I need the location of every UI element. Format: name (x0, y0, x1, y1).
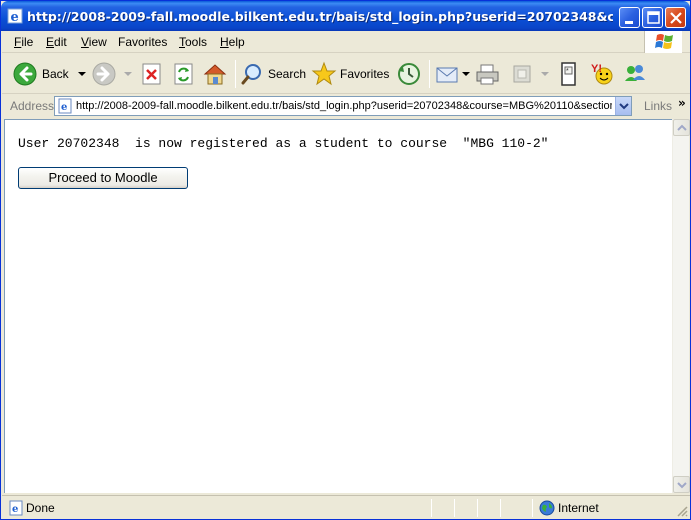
status-text: Done (26, 501, 55, 515)
menu-file[interactable]: File (14, 35, 33, 49)
proceed-to-moodle-button[interactable]: Proceed to Moodle (18, 167, 188, 189)
star-icon (311, 61, 337, 86)
msn-messenger-button[interactable] (622, 58, 648, 90)
page-icon: e (57, 98, 73, 117)
search-button[interactable]: Search (240, 58, 306, 90)
address-dropdown-button[interactable] (615, 97, 631, 115)
links-chevron-icon[interactable]: » (678, 96, 686, 110)
minimize-icon (625, 21, 633, 24)
page-content: User 20702348 is now registered as a stu… (4, 119, 672, 493)
close-icon (670, 12, 682, 24)
svg-text:Y!: Y! (591, 63, 602, 75)
toolbar-separator (429, 60, 430, 88)
back-arrow-icon (13, 62, 37, 86)
chevron-down-icon (124, 72, 132, 76)
standard-toolbar: Back Search Favorites * Y! (2, 54, 690, 94)
home-icon (203, 64, 227, 85)
back-button[interactable]: Back (12, 58, 89, 90)
edit-page-icon (513, 65, 531, 83)
edit-button[interactable] (510, 58, 550, 90)
menu-bar: File Edit View Favorites Tools Help (2, 31, 690, 53)
browser-window: e http://2008-2009-fall.moodle.bilkent.e… (0, 0, 691, 520)
page-done-icon: e (8, 500, 24, 519)
minimize-button[interactable] (619, 7, 640, 28)
scroll-up-button[interactable] (673, 119, 690, 136)
windows-logo-icon (644, 31, 682, 53)
address-bar: Address e http://2008-2009-fall.moodle.b… (2, 94, 690, 118)
search-icon (241, 64, 261, 85)
menu-tools[interactable]: Tools (179, 35, 207, 49)
chevron-down-icon (77, 72, 86, 76)
window-title: http://2008-2009-fall.moodle.bilkent.edu… (27, 9, 613, 24)
home-button[interactable] (202, 58, 228, 90)
address-url[interactable]: http://2008-2009-fall.moodle.bilkent.edu… (76, 100, 612, 112)
yahoo-messenger-button[interactable]: Y! (590, 58, 616, 90)
status-separator (477, 499, 478, 517)
close-button[interactable] (665, 7, 686, 28)
discuss-button[interactable]: * (558, 58, 580, 90)
links-toolbar[interactable]: Links (644, 99, 672, 113)
status-separator (454, 499, 455, 517)
history-button[interactable] (396, 58, 422, 90)
chevron-down-icon (541, 72, 549, 76)
internet-zone-icon (539, 500, 555, 519)
forward-button[interactable] (91, 58, 135, 90)
svg-text:e: e (12, 504, 18, 515)
scroll-down-button[interactable] (673, 476, 690, 493)
chevron-down-icon (462, 72, 470, 76)
favorites-button[interactable]: Favorites (311, 58, 389, 90)
history-icon (398, 63, 420, 85)
yahoo-smiley-icon: Y! (591, 63, 613, 85)
status-bar: e Done Internet (2, 495, 690, 519)
vertical-scrollbar[interactable] (672, 119, 690, 493)
address-label: Address (10, 99, 55, 113)
menu-help[interactable]: Help (220, 35, 245, 49)
messenger-buddies-icon (625, 65, 645, 81)
svg-text:e: e (61, 102, 67, 113)
menu-view[interactable]: View (81, 35, 107, 49)
stop-button[interactable] (141, 58, 163, 90)
refresh-icon (174, 63, 193, 85)
scroll-up-arrow-icon (677, 124, 687, 131)
menu-favorites[interactable]: Favorites (118, 35, 167, 49)
maximize-button[interactable] (642, 7, 663, 28)
refresh-button[interactable] (173, 58, 195, 90)
status-separator (500, 499, 501, 517)
print-button[interactable] (475, 58, 501, 90)
forward-arrow-icon (92, 62, 116, 86)
toolbar-separator (235, 60, 236, 88)
mail-icon (436, 67, 458, 83)
mail-button[interactable] (435, 58, 471, 90)
menu-edit[interactable]: Edit (46, 35, 67, 49)
resize-grip-icon[interactable] (676, 505, 688, 517)
status-separator (431, 499, 432, 517)
registration-message: User 20702348 is now registered as a stu… (18, 136, 549, 151)
status-separator (532, 499, 533, 517)
maximize-icon (647, 11, 660, 24)
search-label: Search (268, 67, 307, 81)
svg-text:*: * (566, 68, 569, 75)
stop-icon (142, 63, 161, 85)
favorites-label: Favorites (340, 67, 390, 81)
scroll-down-arrow-icon (677, 482, 687, 489)
internet-explorer-icon: e (7, 8, 23, 25)
printer-icon (476, 64, 499, 85)
address-field[interactable]: e http://2008-2009-fall.moodle.bilkent.e… (54, 96, 632, 116)
back-label: Back (42, 67, 69, 81)
title-bar[interactable]: e http://2008-2009-fall.moodle.bilkent.e… (1, 1, 690, 31)
messenger-device-icon: * (561, 62, 576, 86)
chevron-down-icon (619, 103, 629, 110)
svg-text:e: e (11, 10, 19, 24)
security-zone-text: Internet (558, 501, 599, 515)
